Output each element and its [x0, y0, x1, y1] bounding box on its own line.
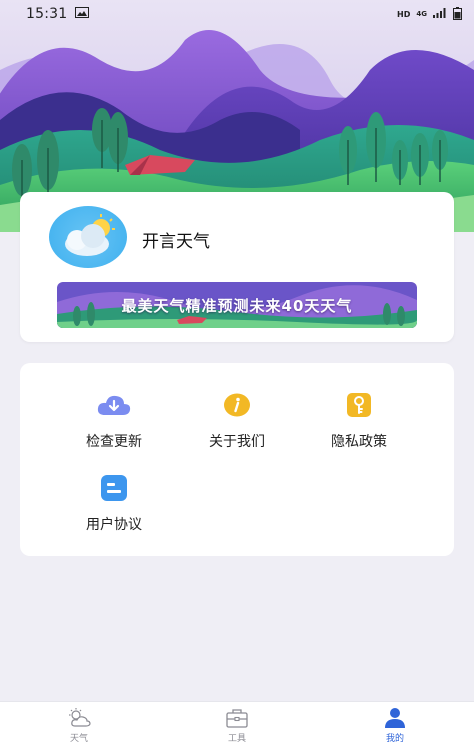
status-bar: 15:31 HD 4G: [0, 0, 474, 28]
toolbox-icon: [226, 708, 248, 728]
privacy-policy-button[interactable]: 隐私政策: [299, 391, 419, 451]
about-us-label: 关于我们: [209, 434, 265, 450]
weather-icon: [69, 707, 91, 727]
network-type: 4G: [416, 9, 427, 18]
app-logo: [49, 206, 127, 268]
app-info-card: 开言天气 最美天气精准预测未来40天天气: [20, 192, 454, 342]
gallery-icon: [75, 6, 90, 22]
banner-text: 最美天气精准预测未来40天天气: [121, 296, 353, 315]
tab-weather-label: 天气: [69, 733, 88, 744]
user-agreement-label: 用户协议: [86, 517, 142, 533]
check-update-label: 检查更新: [86, 434, 142, 450]
app-name: 开言天气: [142, 232, 210, 252]
status-right: HD 4G: [397, 6, 462, 22]
about-us-button[interactable]: 关于我们: [177, 391, 297, 451]
signal-icon: [433, 8, 447, 20]
promo-banner[interactable]: 最美天气精准预测未来40天天气: [57, 282, 417, 328]
check-update-button[interactable]: 检查更新: [54, 391, 174, 451]
hd-indicator: HD: [397, 9, 411, 19]
cloud-sun-icon: [65, 214, 115, 256]
user-agreement-button[interactable]: 用户协议: [54, 474, 174, 534]
tab-mine[interactable]: 我的: [316, 702, 474, 748]
battery-icon: [453, 6, 462, 22]
tab-tools-label: 工具: [227, 733, 246, 744]
status-time: 15:31: [26, 6, 68, 22]
tab-mine-label: 我的: [385, 733, 404, 744]
user-icon: [385, 707, 405, 728]
bottom-nav: 天气 工具 我的: [0, 701, 474, 748]
document-icon: [97, 474, 131, 502]
privacy-policy-label: 隐私政策: [331, 434, 387, 450]
info-icon: [220, 391, 254, 419]
key-icon: [342, 391, 376, 419]
status-left: 15:31: [26, 6, 90, 22]
cloud-download-icon: [97, 391, 131, 419]
tab-weather[interactable]: 天气: [0, 702, 158, 748]
menu-card: 检查更新 关于我们 隐私政策 用户协议: [20, 363, 454, 556]
tab-tools[interactable]: 工具: [158, 702, 316, 748]
